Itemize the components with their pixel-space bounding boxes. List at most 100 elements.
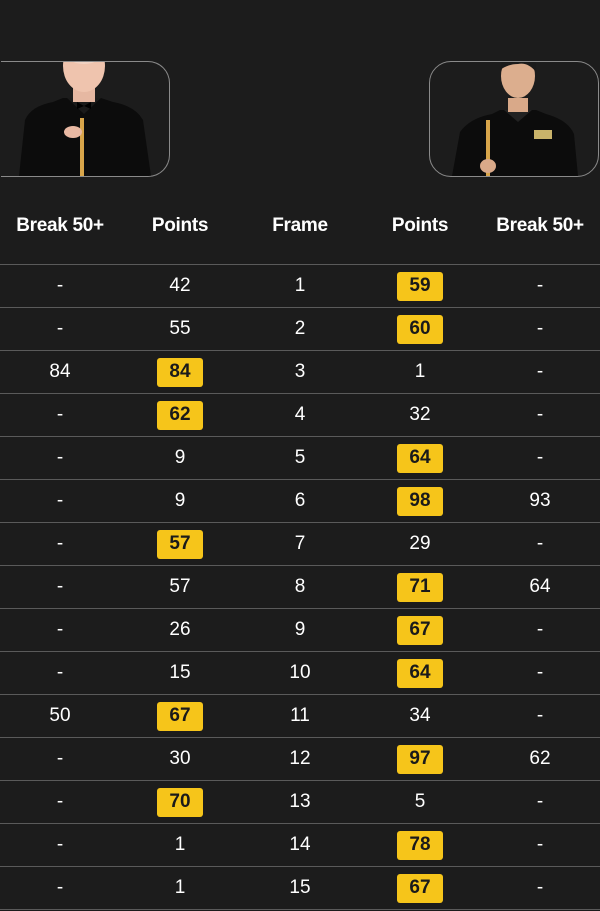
table-row: - 26 9 67 -	[0, 608, 600, 651]
frame-number-value: 13	[289, 791, 311, 812]
right-break-value: -	[536, 791, 544, 812]
left-points-cell: 62	[120, 400, 240, 430]
frame-number-value: 11	[290, 705, 310, 726]
frame-number-value: 15	[289, 877, 311, 898]
right-points-value: 64	[397, 443, 443, 473]
left-break-cell: 84	[0, 361, 120, 383]
frame-number-value: 7	[294, 533, 306, 554]
left-points-value: 15	[169, 662, 191, 683]
left-break-value: -	[56, 791, 64, 812]
left-points-value: 70	[157, 787, 203, 817]
table-row: - 30 12 97 62	[0, 737, 600, 780]
table-row: - 1 14 78 -	[0, 823, 600, 866]
left-points-header: Points	[151, 215, 209, 236]
left-points-value: 84	[157, 357, 203, 387]
left-points-cell: 30	[120, 748, 240, 770]
left-points-value: 9	[174, 490, 186, 511]
right-break-cell: 62	[480, 748, 600, 770]
table-row: - 57 8 71 64	[0, 565, 600, 608]
frame-number-cell: 1	[240, 275, 360, 297]
right-points-value: 5	[414, 791, 426, 812]
left-points-cell: 9	[120, 490, 240, 512]
left-points-value: 57	[157, 529, 203, 559]
left-break-value: -	[56, 834, 64, 855]
left-points-cell: 1	[120, 834, 240, 856]
left-points-value: 57	[169, 576, 191, 597]
right-points-cell: 97	[360, 744, 480, 774]
right-points-value: 78	[397, 830, 443, 860]
right-break-header: Break 50+	[496, 215, 584, 236]
right-break-value: -	[536, 447, 544, 468]
left-points-cell: 55	[120, 318, 240, 340]
left-points-value: 42	[169, 275, 191, 296]
left-break-cell: -	[0, 662, 120, 684]
left-break-cell: -	[0, 490, 120, 512]
table-row: - 1 15 67 -	[0, 866, 600, 910]
right-points-cell: 59	[360, 271, 480, 301]
right-points-cell: 60	[360, 314, 480, 344]
left-points-cell: 70	[120, 787, 240, 817]
table-row: - 9 6 98 93	[0, 479, 600, 522]
right-break-value: -	[536, 877, 544, 898]
right-points-value: 64	[397, 658, 443, 688]
frame-number-value: 4	[294, 404, 306, 425]
left-break-value: -	[56, 275, 64, 296]
left-break-value: -	[56, 404, 64, 425]
right-points-cell: 34	[360, 705, 480, 727]
right-points-value: 67	[397, 873, 443, 903]
frame-number-value: 6	[294, 490, 306, 511]
frame-number-cell: 14	[240, 834, 360, 856]
right-break-cell: -	[480, 404, 600, 426]
frame-number-cell: 9	[240, 619, 360, 641]
right-points-value: 97	[397, 744, 443, 774]
right-break-value: -	[536, 834, 544, 855]
frame-number-cell: 3	[240, 361, 360, 383]
right-points-cell: 29	[360, 533, 480, 555]
left-break-cell: -	[0, 619, 120, 641]
right-break-cell: -	[480, 447, 600, 469]
right-break-cell: -	[480, 705, 600, 727]
left-break-cell: -	[0, 275, 120, 297]
frame-number-cell: 6	[240, 490, 360, 512]
frame-number-cell: 13	[240, 791, 360, 813]
left-break-cell: -	[0, 404, 120, 426]
left-points-cell: 67	[120, 701, 240, 731]
right-break-cell: -	[480, 877, 600, 899]
left-break-cell: -	[0, 834, 120, 856]
left-break-value: -	[56, 490, 64, 511]
table-row: - 62 4 32 -	[0, 393, 600, 436]
left-player-avatar-icon	[19, 62, 151, 176]
left-points-cell: 15	[120, 662, 240, 684]
table-row: - 57 7 29 -	[0, 522, 600, 565]
right-break-cell: 93	[480, 490, 600, 512]
table-row: - 9 5 64 -	[0, 436, 600, 479]
right-player-avatar-icon	[452, 62, 578, 176]
table-row: - 15 10 64 -	[0, 651, 600, 694]
left-break-value: -	[56, 748, 64, 769]
right-points-cell: 78	[360, 830, 480, 860]
frame-number-cell: 8	[240, 576, 360, 598]
right-break-cell: -	[480, 662, 600, 684]
left-break-value: -	[56, 662, 64, 683]
frame-number-value: 2	[294, 318, 306, 339]
right-break-value: -	[536, 705, 544, 726]
right-points-cell: 32	[360, 404, 480, 426]
table-row: - 70 13 5 -	[0, 780, 600, 823]
frame-number-cell: 11	[240, 705, 360, 727]
frame-number-cell: 7	[240, 533, 360, 555]
left-points-value: 9	[174, 447, 186, 468]
frame-number-value: 5	[294, 447, 306, 468]
left-break-value: -	[56, 533, 64, 554]
right-break-value: 64	[529, 576, 551, 597]
frame-number-cell: 10	[240, 662, 360, 684]
frame-number-cell: 4	[240, 404, 360, 426]
frame-number-cell: 2	[240, 318, 360, 340]
left-break-value: -	[56, 877, 64, 898]
right-points-value: 29	[409, 533, 431, 554]
right-points-value: 98	[397, 486, 443, 516]
left-break-header: Break 50+	[16, 215, 104, 236]
left-points-cell: 26	[120, 619, 240, 641]
left-player-photo	[1, 61, 170, 177]
right-points-cell: 64	[360, 658, 480, 688]
left-points-value: 67	[157, 701, 203, 731]
